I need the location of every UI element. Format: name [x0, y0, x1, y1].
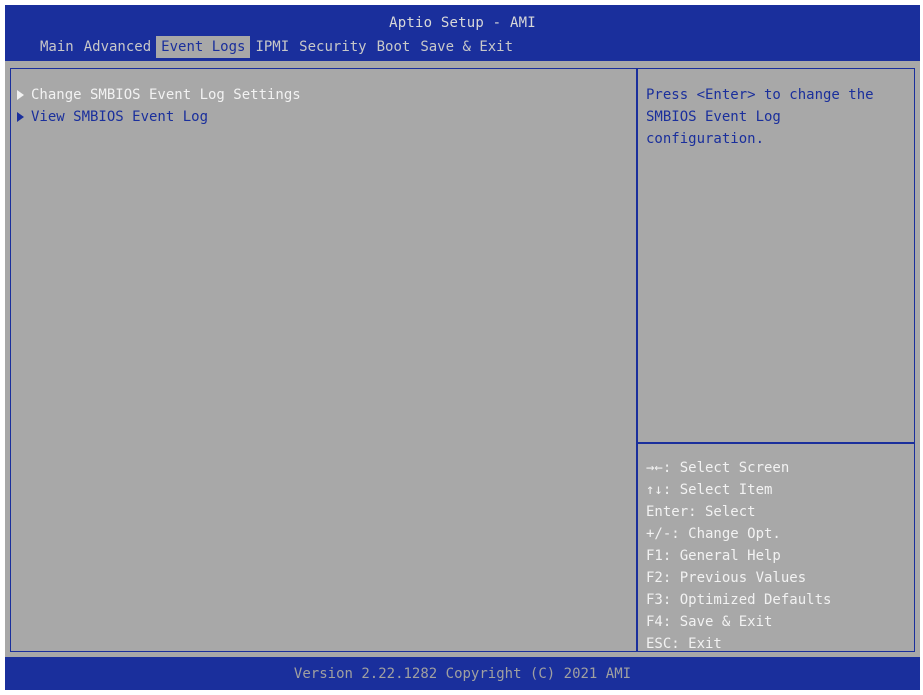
key-change-opt: +/-: Change Opt.: [646, 526, 781, 542]
key-previous-values: F2: Previous Values: [646, 570, 807, 586]
submenu-arrow-icon: [17, 90, 24, 100]
key-optimized-defaults: F3: Optimized Defaults: [646, 592, 832, 608]
tab-save-exit[interactable]: Save & Exit: [415, 36, 518, 58]
key-general-help: F1: General Help: [646, 548, 781, 564]
key-legend: →←: Select Screen ↑↓: Select Item Enter:…: [646, 457, 908, 655]
bios-screen: Aptio Setup - AMI Main Advanced Event Lo…: [5, 5, 920, 690]
key-select-screen: →←: Select Screen: [646, 460, 790, 476]
main-panel: Change SMBIOS Event Log Settings View SM…: [10, 68, 637, 652]
tab-boot[interactable]: Boot: [372, 36, 416, 58]
tab-ipmi[interactable]: IPMI: [250, 36, 294, 58]
key-save-exit: F4: Save & Exit: [646, 614, 773, 630]
content-area: Change SMBIOS Event Log Settings View SM…: [5, 61, 920, 657]
tab-bar: Main Advanced Event Logs IPMI Security B…: [35, 36, 518, 58]
help-divider: [638, 442, 914, 444]
help-panel: Press <Enter> to change the SMBIOS Event…: [637, 68, 915, 652]
menu-item-label: View SMBIOS Event Log: [31, 109, 209, 125]
app-title: Aptio Setup - AMI: [389, 15, 536, 31]
key-esc-exit: ESC: Exit: [646, 636, 722, 652]
menu-item-label: Change SMBIOS Event Log Settings: [31, 87, 301, 103]
tab-main[interactable]: Main: [35, 36, 79, 58]
version-text: Version 2.22.1282 Copyright (C) 2021 AMI: [293, 666, 632, 682]
footer-bar: Version 2.22.1282 Copyright (C) 2021 AMI: [5, 657, 920, 690]
menu-item-change-smbios-event-log-settings[interactable]: Change SMBIOS Event Log Settings: [17, 85, 301, 105]
menu-item-view-smbios-event-log[interactable]: View SMBIOS Event Log: [17, 107, 208, 127]
key-select-item: ↑↓: Select Item: [646, 482, 773, 498]
tab-security[interactable]: Security: [294, 36, 371, 58]
key-enter-select: Enter: Select: [646, 504, 756, 520]
tab-advanced[interactable]: Advanced: [79, 36, 156, 58]
tab-event-logs[interactable]: Event Logs: [156, 36, 251, 58]
header-bar: Aptio Setup - AMI Main Advanced Event Lo…: [5, 5, 920, 61]
submenu-arrow-icon: [17, 112, 24, 122]
help-description: Press <Enter> to change the SMBIOS Event…: [646, 87, 874, 147]
